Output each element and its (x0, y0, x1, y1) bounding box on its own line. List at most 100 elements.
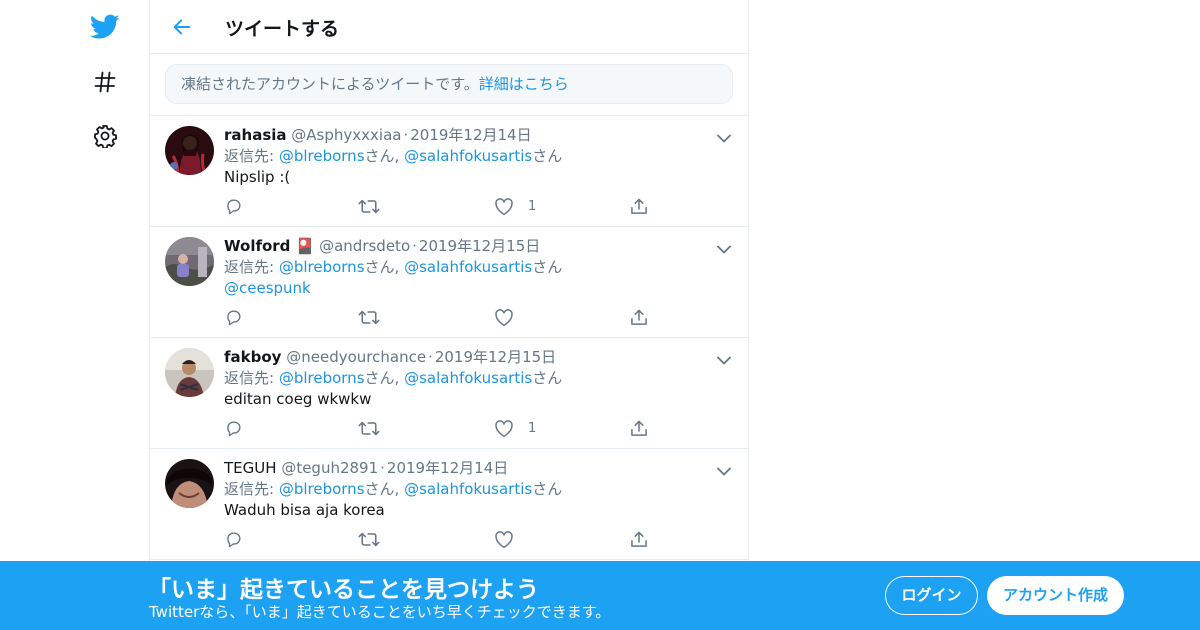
reply-suffix: さん (532, 480, 563, 498)
avatar[interactable] (165, 459, 214, 508)
mention-link[interactable]: @ceespunk (224, 279, 311, 297)
reply-suffix: さん (364, 480, 395, 498)
back-button[interactable] (166, 11, 198, 43)
tweet[interactable]: fakboy @needyourchance · 2019年12月15日 返信先: … (150, 338, 748, 449)
page-title: ツイートする (225, 18, 340, 40)
tweet-actions: 1 (224, 195, 654, 217)
tweet-menu-button[interactable] (714, 461, 734, 481)
heart-icon (495, 308, 513, 326)
settings-link[interactable] (78, 116, 132, 156)
author-name[interactable]: Wolford 🎴 (224, 237, 314, 255)
banner-title: 「いま」起きていることを見つけよう (148, 577, 539, 603)
tweet-text: Waduh bisa aja korea (224, 501, 385, 519)
tweet-body: 返信先: @blrebornsさん, @salahfokusartisさん ed… (224, 368, 704, 410)
chevron-down-icon (717, 356, 731, 364)
like-button[interactable]: 1 (494, 417, 536, 439)
author-name[interactable]: TEGUH (224, 459, 277, 477)
share-button[interactable] (629, 528, 649, 550)
author-name[interactable]: rahasia (224, 126, 287, 144)
reply-prefix: 返信先: (224, 258, 279, 276)
like-button[interactable] (494, 528, 528, 550)
tweet[interactable]: TEGUH @teguh2891 · 2019年12月14日 返信先: @blreb… (150, 449, 748, 560)
learn-more-link[interactable]: 詳細はこちら (479, 75, 569, 93)
tweet-text: Nipslip :( (224, 168, 291, 186)
login-button[interactable]: ログイン (885, 576, 978, 615)
mention-link[interactable]: @blreborns (279, 258, 365, 276)
main-column: ツイートする 凍結されたアカウントによるツイートです。詳細はこちら rahasi… (149, 0, 749, 630)
author-handle[interactable]: @teguh2891 (281, 459, 378, 477)
reply-prefix: 返信先: (224, 147, 279, 165)
tweet-menu-button[interactable] (714, 350, 734, 370)
heart-icon (495, 530, 513, 548)
author-handle[interactable]: @andrsdeto (319, 237, 410, 255)
mention-link[interactable]: @salahfokusartis (404, 369, 532, 387)
reply-button[interactable] (224, 528, 243, 550)
tweet-date[interactable]: 2019年12月15日 (435, 348, 556, 366)
tweet-menu-button[interactable] (714, 128, 734, 148)
share-button[interactable] (629, 417, 649, 439)
like-button[interactable]: 1 (494, 195, 536, 217)
tweet-header: fakboy @needyourchance · 2019年12月15日 (224, 347, 556, 367)
mention-link[interactable]: @salahfokusartis (404, 258, 532, 276)
twitter-logo-link[interactable] (78, 7, 132, 47)
separator-dot: · (428, 348, 433, 366)
tweet-text: editan coeg wkwkw (224, 390, 372, 408)
retweet-button[interactable] (358, 528, 380, 550)
reply-button[interactable] (224, 417, 243, 439)
reply-separator: , (394, 480, 405, 498)
reply-suffix: さん (532, 258, 563, 276)
reply-button[interactable] (224, 195, 243, 217)
explore-link[interactable] (78, 62, 132, 102)
tweet-date[interactable]: 2019年12月14日 (387, 459, 508, 477)
tweet-body: 返信先: @blrebornsさん, @salahfokusartisさん Ni… (224, 146, 704, 188)
tweet-menu-button[interactable] (714, 239, 734, 259)
share-icon (631, 420, 647, 436)
reply-context: 返信先: @blrebornsさん, @salahfokusartisさん (224, 257, 704, 278)
mention-link[interactable]: @salahfokusartis (404, 147, 532, 165)
tweet-date[interactable]: 2019年12月14日 (410, 126, 531, 144)
heart-icon (495, 197, 513, 215)
notice-section: 凍結されたアカウントによるツイートです。詳細はこちら (150, 54, 748, 116)
avatar[interactable] (165, 126, 214, 175)
avatar[interactable] (165, 348, 214, 397)
tweet-header: Wolford 🎴 @andrsdeto · 2019年12月15日 (224, 236, 540, 256)
avatar[interactable] (165, 237, 214, 286)
tweet-actions (224, 306, 654, 328)
share-button[interactable] (629, 195, 649, 217)
page-header: ツイートする (150, 0, 748, 54)
author-handle[interactable]: @Asphyxxxiaa (291, 126, 401, 144)
page: ツイートする 凍結されたアカウントによるツイートです。詳細はこちら rahasi… (0, 0, 1200, 630)
chevron-down-icon (717, 467, 731, 475)
tweet-actions (224, 528, 654, 550)
retweet-button[interactable] (358, 195, 380, 217)
signup-banner: 「いま」起きていることを見つけよう Twitterなら、「いま」起きていることを… (0, 561, 1200, 630)
mention-link[interactable]: @blreborns (279, 480, 365, 498)
like-count: 1 (528, 198, 537, 214)
mention-link[interactable]: @blreborns (279, 369, 365, 387)
tweet[interactable]: rahasia @Asphyxxxiaa · 2019年12月14日 返信先: @b… (150, 116, 748, 227)
reply-button[interactable] (224, 306, 243, 328)
reply-separator: , (394, 369, 405, 387)
like-button[interactable] (494, 306, 528, 328)
tweet[interactable]: Wolford 🎴 @andrsdeto · 2019年12月15日 返信先: @b… (150, 227, 748, 338)
mention-link[interactable]: @salahfokusartis (404, 480, 532, 498)
reply-icon (227, 309, 241, 325)
chevron-down-icon (717, 245, 731, 253)
signup-button[interactable]: アカウント作成 (987, 576, 1124, 615)
reply-suffix: さん (364, 258, 395, 276)
author-handle[interactable]: @needyourchance (286, 348, 426, 366)
suspended-notice: 凍結されたアカウントによるツイートです。詳細はこちら (165, 64, 733, 104)
mention-link[interactable]: @blreborns (279, 147, 365, 165)
reply-prefix: 返信先: (224, 480, 279, 498)
reply-separator: , (394, 147, 405, 165)
chevron-down-icon (717, 134, 731, 142)
tweet-header: TEGUH @teguh2891 · 2019年12月14日 (224, 458, 508, 478)
reply-icon (227, 198, 241, 214)
share-button[interactable] (629, 306, 649, 328)
tweet-date[interactable]: 2019年12月15日 (419, 237, 540, 255)
retweet-button[interactable] (358, 417, 380, 439)
reply-context: 返信先: @blrebornsさん, @salahfokusartisさん (224, 146, 704, 167)
retweet-icon (358, 421, 380, 435)
author-name[interactable]: fakboy (224, 348, 281, 366)
retweet-button[interactable] (358, 306, 380, 328)
